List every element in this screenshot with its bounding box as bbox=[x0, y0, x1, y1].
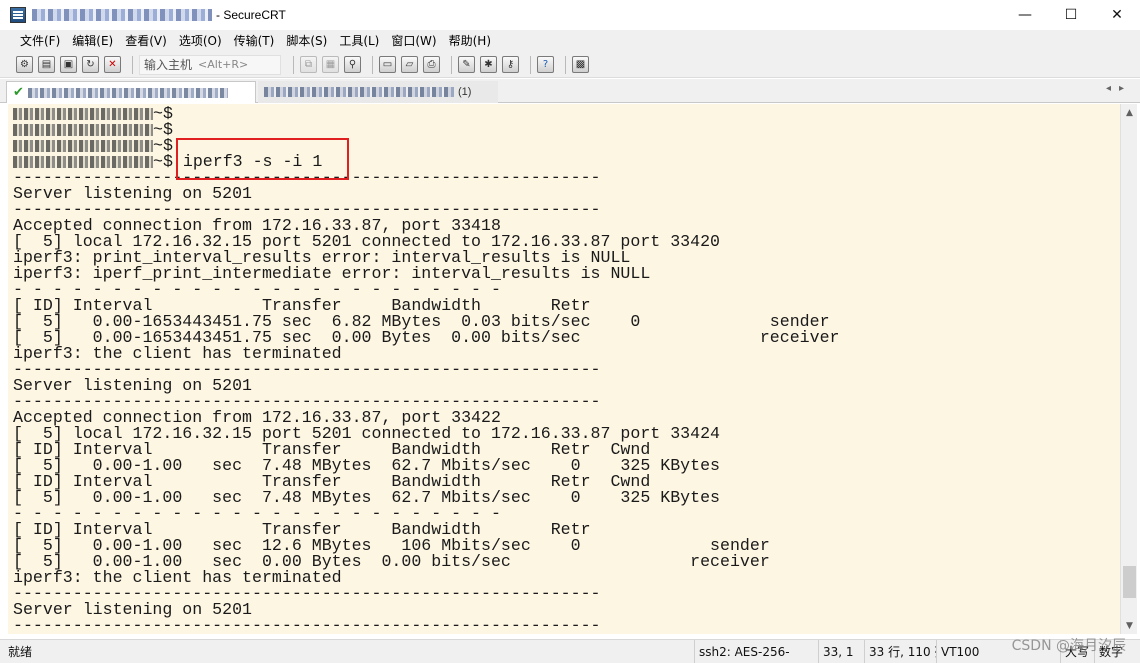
connected-check-icon: ✔ bbox=[13, 85, 24, 100]
terminal-line: ~$ bbox=[13, 105, 840, 122]
menu-window[interactable]: 窗口(W) bbox=[385, 30, 442, 52]
help-icon[interactable]: ? bbox=[537, 56, 554, 73]
terminal-view[interactable]: ~$ ~$ ~$ ~$ iperf3 -s -i 1 -----------------… bbox=[8, 104, 1120, 634]
sftp-icon[interactable]: ▩ bbox=[572, 56, 589, 73]
terminal-output: ~$ ~$ ~$ ~$ iperf3 -s -i 1 -----------------… bbox=[13, 105, 840, 634]
status-ready: 就绪 bbox=[8, 645, 33, 659]
csdn-watermark: CSDN @海月汐辰 bbox=[1011, 638, 1126, 654]
keymap-icon[interactable]: ⚷ bbox=[502, 56, 519, 73]
menu-options[interactable]: 选项(O) bbox=[173, 30, 228, 52]
redacted-prompt-user-host bbox=[13, 139, 153, 152]
toolbar-separator bbox=[293, 55, 294, 74]
tab-session-count: (1) bbox=[458, 86, 472, 98]
vertical-scrollbar[interactable]: ▲ ▼ bbox=[1120, 104, 1137, 634]
redacted-prompt-user-host bbox=[13, 107, 153, 120]
toolbar-separator bbox=[530, 55, 531, 74]
close-button[interactable]: ✕ bbox=[1094, 0, 1140, 30]
print-screen-icon[interactable]: ▱ bbox=[401, 56, 418, 73]
scrollbar-thumb[interactable] bbox=[1123, 566, 1136, 598]
title-bar: - SecureCRT — ☐ ✕ bbox=[0, 0, 1140, 30]
toolbar-separator bbox=[565, 55, 566, 74]
window-title: - SecureCRT bbox=[216, 8, 286, 22]
quick-connect-placeholder: 输入主机 bbox=[144, 58, 193, 72]
tab-session-active[interactable]: ✔ bbox=[6, 81, 256, 103]
paste-icon[interactable]: ▦ bbox=[322, 56, 339, 73]
securecrt-app-icon[interactable] bbox=[10, 7, 26, 23]
copy-icon[interactable]: ⧉ bbox=[300, 56, 317, 73]
tab-scroll-arrows[interactable]: ◂▸ bbox=[1106, 83, 1132, 94]
session-options-icon[interactable]: ✎ bbox=[458, 56, 475, 73]
scroll-up-arrow-icon[interactable]: ▲ bbox=[1121, 104, 1138, 121]
status-emulation: VT100 bbox=[936, 640, 986, 663]
menu-script[interactable]: 脚本(S) bbox=[280, 30, 333, 52]
global-options-icon[interactable]: ✱ bbox=[480, 56, 497, 73]
status-cursor: 33, 1 bbox=[818, 640, 864, 663]
redacted-prompt-user-host bbox=[13, 155, 153, 168]
scroll-down-arrow-icon[interactable]: ▼ bbox=[1121, 617, 1138, 634]
reconnect-icon[interactable]: ↻ bbox=[82, 56, 99, 73]
menu-transfer[interactable]: 传输(T) bbox=[228, 30, 281, 52]
session-tab-strip: ✔ (1) ◂▸ bbox=[0, 79, 1140, 103]
quick-connect-input[interactable]: 输入主机 <Alt+R> bbox=[139, 54, 281, 75]
window-controls: — ☐ ✕ bbox=[1002, 0, 1140, 30]
maximize-button[interactable]: ☐ bbox=[1048, 0, 1094, 30]
find-icon[interactable]: ⚲ bbox=[344, 56, 361, 73]
status-bar: 就绪 ssh2: AES-256-CTR 33, 1 33 行, 110 列 V… bbox=[0, 639, 1140, 663]
quick-connect-shortcut: <Alt+R> bbox=[198, 58, 249, 71]
redacted-session-name bbox=[32, 9, 212, 21]
redacted-tab-name bbox=[27, 87, 228, 98]
menu-file[interactable]: 文件(F) bbox=[14, 30, 66, 52]
tab-session-inactive[interactable]: (1) bbox=[258, 81, 498, 103]
status-cipher: ssh2: AES-256-CTR bbox=[694, 640, 814, 663]
connect-icon[interactable]: ⚙ bbox=[16, 56, 33, 73]
menu-tools[interactable]: 工具(L) bbox=[333, 30, 385, 52]
toolbar-separator bbox=[372, 55, 373, 74]
print-icon[interactable]: ⎙ bbox=[423, 56, 440, 73]
menu-help[interactable]: 帮助(H) bbox=[443, 30, 497, 52]
connect-in-tab-icon[interactable]: ▣ bbox=[60, 56, 77, 73]
menu-bar: 文件(F) 编辑(E) 查看(V) 选项(O) 传输(T) 脚本(S) 工具(L… bbox=[0, 30, 1140, 52]
toolbar: ⚙ ▤ ▣ ↻ ✕ 输入主机 <Alt+R> ⧉ ▦ ⚲ ▭ ▱ ⎙ ✎ ✱ ⚷… bbox=[0, 52, 1140, 78]
terminal-line: ~$ bbox=[13, 121, 840, 138]
status-size: 33 行, 110 列 bbox=[864, 640, 936, 663]
menu-edit[interactable]: 编辑(E) bbox=[66, 30, 119, 52]
toolbar-separator bbox=[132, 55, 133, 74]
quick-connect-icon[interactable]: ▤ bbox=[38, 56, 55, 73]
disconnect-icon[interactable]: ✕ bbox=[104, 56, 121, 73]
minimize-button[interactable]: — bbox=[1002, 0, 1048, 30]
redacted-tab-name bbox=[264, 87, 454, 97]
terminal-line: ~$ bbox=[13, 137, 840, 154]
redacted-prompt-user-host bbox=[13, 123, 153, 136]
toolbar-separator bbox=[451, 55, 452, 74]
print-setup-icon[interactable]: ▭ bbox=[379, 56, 396, 73]
terminal-line: ----------------------------------------… bbox=[13, 616, 601, 634]
menu-view[interactable]: 查看(V) bbox=[119, 30, 173, 52]
